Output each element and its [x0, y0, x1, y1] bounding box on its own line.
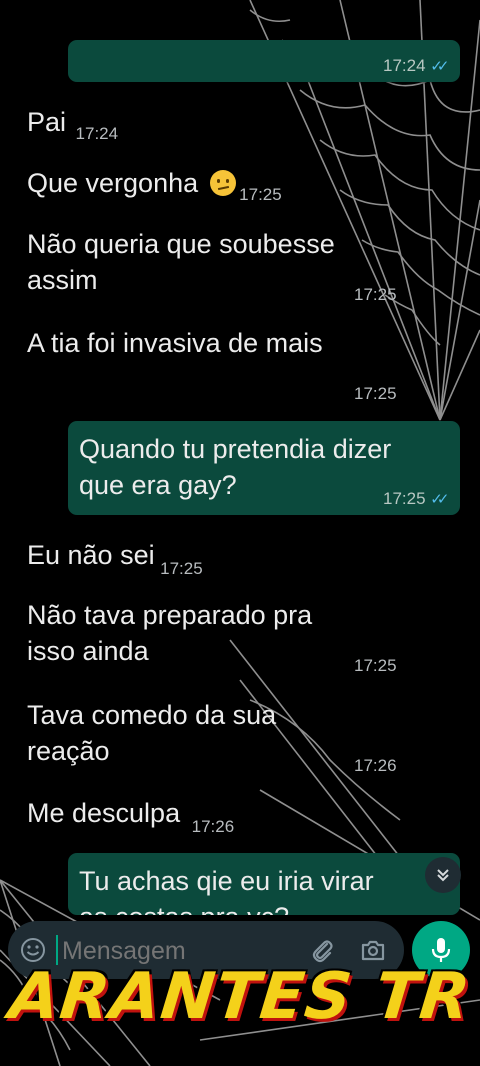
incoming-message[interactable]: Me desculpa 17:26 [27, 795, 235, 836]
message-time: 17:24 [75, 124, 119, 143]
message-text: Pai [27, 107, 67, 137]
incoming-message[interactable]: Não tava preparado pra isso ainda [27, 597, 312, 669]
message-time: 17:25 [354, 384, 397, 403]
message-text-line: as costas pra vc? [79, 899, 374, 915]
outgoing-message-bubble[interactable]: Quando tu pretendia dizer que era gay? 1… [68, 421, 460, 515]
message-text-line: assim [27, 265, 98, 295]
message-text-line: Quando tu pretendia dizer [79, 434, 392, 464]
message-text-line: Não tava preparado pra [27, 600, 313, 630]
message-time: 17:26 [354, 756, 397, 775]
chevron-down-icon [437, 869, 449, 882]
message-time: 17:25 [383, 489, 426, 508]
double-check-icon: ✓✓ [430, 491, 449, 508]
outgoing-message-bubble[interactable]: Tu achas qie eu iria virar as costas pra… [68, 853, 460, 915]
incoming-message[interactable]: A tia foi invasiva de mais [27, 325, 323, 361]
message-text-line: Tu achas qie eu iria virar [79, 866, 374, 896]
message-text: Que vergonha [27, 168, 199, 198]
double-check-icon: ✓✓ [430, 58, 449, 75]
outgoing-message-bubble[interactable]: 17:24 ✓✓ [68, 40, 460, 82]
message-text: A tia foi invasiva de mais [27, 328, 323, 358]
message-text-line: reação [27, 736, 110, 766]
incoming-message[interactable]: Eu não sei 17:25 [27, 537, 203, 578]
message-time: 17:25 [354, 656, 397, 675]
message-text-line: que era gay? [79, 470, 237, 500]
scroll-to-bottom-button[interactable] [425, 857, 461, 893]
incoming-message[interactable]: Pai 17:24 [27, 104, 118, 144]
message-text: Eu não sei [27, 540, 155, 570]
message-text-line: isso ainda [27, 636, 149, 666]
incoming-message[interactable]: Não queria que soubesse assim [27, 226, 335, 298]
message-time: 17:25 [239, 185, 282, 204]
incoming-message[interactable]: Que vergonha 17:25 [27, 165, 282, 205]
message-time: 17:26 [191, 817, 235, 836]
confused-emoji-icon [209, 170, 236, 196]
incoming-message[interactable]: Tava comedo da sua reação [27, 697, 276, 769]
message-time: 17:25 [160, 559, 203, 578]
message-time: 17:25 [354, 285, 397, 304]
watermark-logo: ARANTES TR [5, 960, 475, 1034]
message-text: Me desculpa [27, 798, 181, 828]
message-time: 17:24 [383, 56, 426, 75]
message-text-line: Não queria que soubesse [27, 229, 335, 259]
message-text-line: Tava comedo da sua [27, 700, 277, 730]
